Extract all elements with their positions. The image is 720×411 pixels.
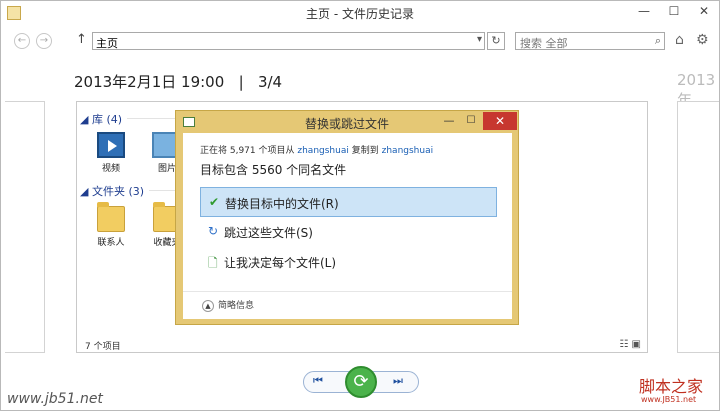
- check-icon: ✔: [209, 195, 220, 209]
- collapse-icon: ◢: [80, 113, 92, 126]
- copy-source-link[interactable]: zhangshuai: [297, 146, 348, 156]
- replace-or-skip-dialog: 替换或跳过文件 — ☐ ✕ 正在将 5,971 个项目从 zhangshuai …: [175, 110, 519, 325]
- address-bar[interactable]: 主页 ▾: [92, 32, 485, 50]
- navigation-bar: ← → ↑ 主页 ▾ ↻ 搜索 全部 ⌕ ⌂ ⚙: [1, 29, 719, 53]
- dialog-close-button[interactable]: ✕: [483, 112, 517, 130]
- folder-item-contacts[interactable]: 联系人: [91, 202, 131, 248]
- snapshot-date: 2013年2月1日 19:00: [74, 73, 225, 91]
- large-icons-view-icon[interactable]: ▣: [632, 339, 641, 350]
- contacts-folder-icon: [97, 202, 125, 232]
- group-divider: [149, 190, 177, 191]
- folders-group-header[interactable]: ◢ 文件夹 (3): [80, 183, 144, 199]
- window-controls: — ☐ ✕: [629, 1, 719, 21]
- chevron-up-icon: ▲: [202, 299, 214, 312]
- watermark-right: 脚本之家: [639, 377, 704, 396]
- replace-files-option[interactable]: ✔ 替换目标中的文件(R): [200, 187, 497, 217]
- copy-mid: 复制到: [351, 146, 379, 156]
- dialog-divider: [183, 291, 512, 292]
- library-item-videos[interactable]: 视频: [91, 132, 131, 174]
- next-version-button[interactable]: ⏭: [393, 374, 403, 388]
- item-count: 7 个项目: [85, 342, 121, 352]
- home-icon[interactable]: ⌂: [675, 32, 684, 48]
- libraries-group-header[interactable]: ◢ 库 (4): [80, 111, 122, 127]
- forward-button[interactable]: →: [36, 33, 52, 49]
- skip-files-option[interactable]: ↻ 跳过这些文件(S): [200, 217, 497, 247]
- dialog-maximize-button[interactable]: ☐: [460, 112, 482, 130]
- minimize-button[interactable]: —: [629, 1, 659, 21]
- conflict-message: 目标包含 5560 个同名文件: [200, 163, 347, 177]
- details-label: 简略信息: [218, 301, 255, 311]
- next-snapshot-preview[interactable]: [677, 101, 719, 353]
- snapshot-separator: |: [238, 73, 244, 91]
- search-input[interactable]: 搜索 全部 ⌕: [515, 32, 665, 50]
- file-history-window: 主页 - 文件历史记录 — ☐ ✕ ← → ↑ 主页 ▾ ↻ 搜索 全部 ⌕ ⌂…: [0, 0, 720, 411]
- item-label: 图片: [157, 164, 176, 174]
- maximize-button[interactable]: ☐: [659, 1, 689, 21]
- decide-file-icon: 🗋: [208, 256, 218, 270]
- chevron-down-icon[interactable]: ▾: [477, 34, 482, 45]
- video-library-icon: [97, 132, 125, 158]
- copy-prefix: 正在将 5,971 个项目从: [200, 146, 295, 156]
- fewer-details-toggle[interactable]: ▲ 简略信息: [202, 298, 254, 312]
- snapshot-header: 2013年2月1日 19:00 | 3/4: [74, 71, 282, 92]
- dialog-minimize-button[interactable]: —: [438, 112, 460, 130]
- libraries-header-label: 库 (4): [91, 113, 123, 126]
- skip-arrow-icon: ↻: [208, 224, 219, 238]
- watermark-right-url: www.JB51.net: [641, 395, 697, 404]
- restore-button[interactable]: ⟳: [345, 366, 377, 398]
- copy-progress-text: 正在将 5,971 个项目从 zhangshuai 复制到 zhangshuai: [200, 143, 433, 156]
- group-divider: [127, 118, 177, 119]
- previous-snapshot-preview[interactable]: [5, 101, 45, 353]
- view-toggle: ☷ ▣: [619, 339, 641, 350]
- option-label: 让我决定每个文件(L): [224, 256, 337, 270]
- search-placeholder: 搜索 全部: [520, 37, 568, 50]
- collapse-icon: ◢: [80, 185, 92, 198]
- option-label: 跳过这些文件(S): [224, 226, 313, 240]
- watermark-left: www.jb51.net: [7, 391, 103, 407]
- option-label: 替换目标中的文件(R): [225, 197, 339, 211]
- folders-header-label: 文件夹 (3): [91, 185, 145, 198]
- refresh-button[interactable]: ↻: [487, 32, 505, 50]
- back-button[interactable]: ←: [14, 33, 30, 49]
- up-arrow-icon[interactable]: ↑: [76, 32, 87, 47]
- dialog-body: 正在将 5,971 个项目从 zhangshuai 复制到 zhangshuai…: [183, 133, 512, 319]
- snapshot-index: 3/4: [257, 73, 283, 91]
- window-title: 主页 - 文件历史记录: [306, 7, 414, 21]
- search-icon[interactable]: ⌕: [655, 34, 661, 48]
- title-bar: 主页 - 文件历史记录 — ☐ ✕: [1, 1, 719, 25]
- gear-icon[interactable]: ⚙: [696, 32, 709, 48]
- details-view-icon[interactable]: ☷: [619, 339, 628, 350]
- copy-destination-link[interactable]: zhangshuai: [382, 146, 433, 156]
- address-text: 主页: [96, 37, 118, 50]
- decide-each-file-option[interactable]: 🗋 让我决定每个文件(L): [200, 247, 497, 277]
- item-label: 视频: [101, 164, 120, 174]
- item-label: 联系人: [97, 238, 125, 248]
- previous-version-button[interactable]: ⏮: [313, 374, 323, 388]
- close-button[interactable]: ✕: [689, 1, 719, 21]
- dialog-title-bar: 替换或跳过文件 — ☐ ✕: [176, 111, 518, 133]
